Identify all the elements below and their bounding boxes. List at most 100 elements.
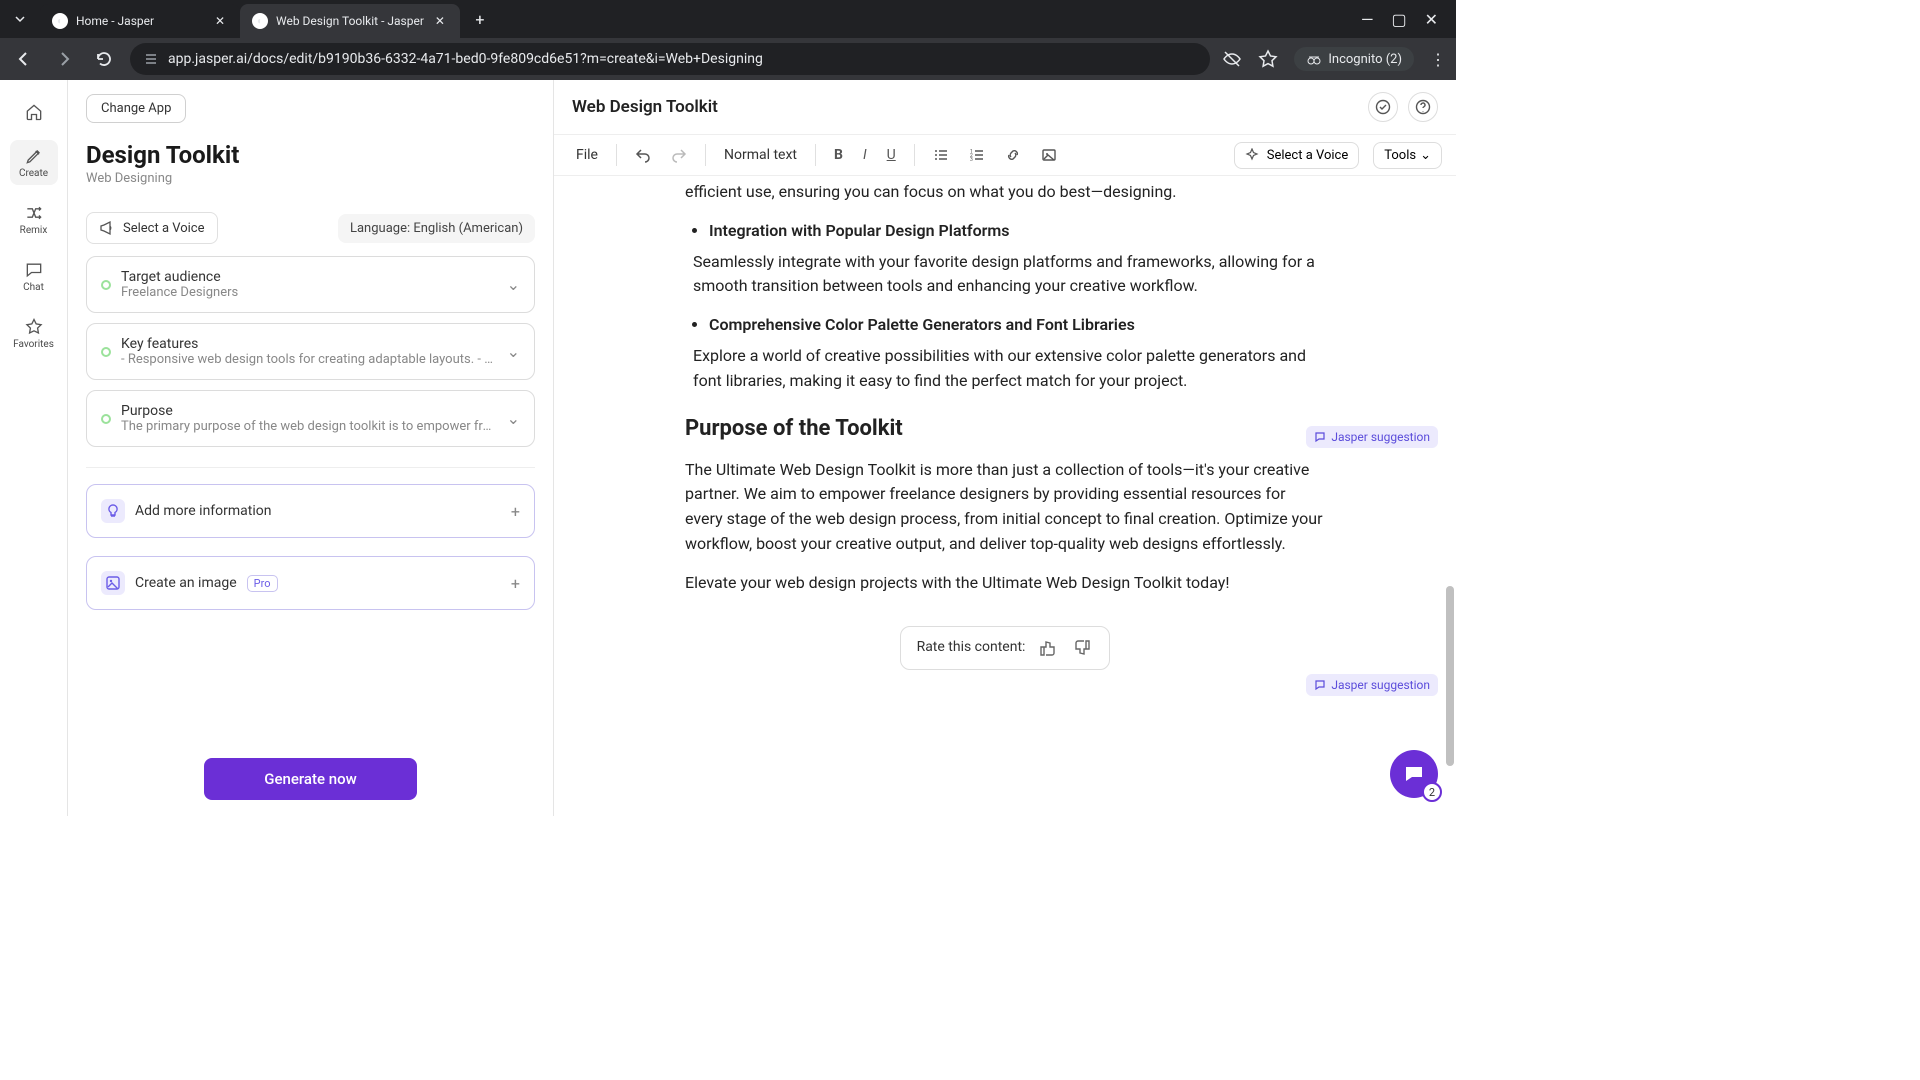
rail-chat[interactable]: Chat <box>10 254 58 299</box>
thumbs-down-button[interactable] <box>1071 637 1093 659</box>
chat-icon <box>1402 762 1426 786</box>
number-list-button[interactable]: 123 <box>961 141 993 169</box>
jasper-favicon-icon: ◐ <box>252 13 268 29</box>
editor-header: Web Design Toolkit <box>554 80 1456 134</box>
add-more-info-button[interactable]: Add more information + <box>86 484 535 538</box>
new-tab-button[interactable]: + <box>466 5 494 33</box>
list-item[interactable]: Integration with Popular Design Platform… <box>709 219 1325 244</box>
generate-button[interactable]: Generate now <box>204 758 417 800</box>
underline-button[interactable]: U <box>879 141 904 169</box>
voice-label: Select a Voice <box>123 221 205 236</box>
body-text[interactable]: Seamlessly integrate with your favorite … <box>685 250 1325 300</box>
tools-menu[interactable]: Tools ⌄ <box>1373 142 1442 169</box>
rail-label: Create <box>19 168 48 179</box>
document-title[interactable]: Web Design Toolkit <box>572 97 718 117</box>
change-app-button[interactable]: Change App <box>86 94 186 123</box>
plus-icon: + <box>511 574 520 593</box>
maximize-icon[interactable]: ▢ <box>1391 10 1406 29</box>
language-button[interactable]: Language: English (American) <box>338 214 535 243</box>
italic-button[interactable]: I <box>855 141 875 169</box>
lightbulb-icon <box>101 499 125 523</box>
link-button[interactable] <box>997 141 1029 169</box>
minimize-icon[interactable]: — <box>1361 10 1374 29</box>
card-target-audience[interactable]: Target audience Freelance Designers ⌄ <box>86 256 535 313</box>
incognito-indicator[interactable]: Incognito (2) <box>1294 47 1414 71</box>
redo-button[interactable] <box>663 141 695 169</box>
megaphone-icon <box>99 220 115 236</box>
close-window-icon[interactable]: ✕ <box>1425 10 1438 29</box>
card-key-features[interactable]: Key features - Responsive web design too… <box>86 323 535 380</box>
eye-off-icon[interactable] <box>1222 49 1242 69</box>
browser-tab-home[interactable]: ◐ Home - Jasper ✕ <box>40 4 240 38</box>
undo-button[interactable] <box>627 141 659 169</box>
card-desc: The primary purpose of the web design to… <box>121 419 497 434</box>
scrollbar-thumb[interactable] <box>1446 586 1454 766</box>
card-title: Target audience <box>121 269 497 285</box>
list-item[interactable]: Comprehensive Color Palette Generators a… <box>709 313 1325 338</box>
text-style-select[interactable]: Normal text <box>716 143 805 167</box>
body-text[interactable]: Elevate your web design projects with th… <box>685 571 1325 596</box>
status-dot-icon <box>101 347 111 357</box>
close-icon[interactable]: ✕ <box>212 13 228 29</box>
forward-button[interactable] <box>50 45 78 73</box>
chevron-down-icon: ⌄ <box>1420 148 1431 163</box>
check-circle-icon[interactable] <box>1368 92 1398 122</box>
create-image-button[interactable]: Create an image Pro + <box>86 556 535 610</box>
separator <box>705 144 706 166</box>
panel-subtitle: Web Designing <box>86 171 535 186</box>
rail-create[interactable]: Create <box>10 140 58 185</box>
bullet-list-button[interactable] <box>925 141 957 169</box>
rail-favorites[interactable]: Favorites <box>10 311 58 356</box>
scrollbar[interactable] <box>1446 346 1454 798</box>
editor-area: Web Design Toolkit File Normal text <box>554 80 1456 816</box>
tab-search-button[interactable] <box>6 5 34 33</box>
body-text[interactable]: The Ultimate Web Design Toolkit is more … <box>685 458 1325 557</box>
card-desc: - Responsive web design tools for creati… <box>121 352 497 367</box>
browser-toolbar: app.jasper.ai/docs/edit/b9190b36-6332-4a… <box>0 38 1456 80</box>
tab-title: Home - Jasper <box>76 14 154 28</box>
card-desc: Freelance Designers <box>121 285 497 300</box>
address-bar[interactable]: app.jasper.ai/docs/edit/b9190b36-6332-4a… <box>130 43 1210 75</box>
jasper-suggestion-pill[interactable]: Jasper suggestion <box>1306 674 1438 696</box>
window-controls: — ▢ ✕ <box>1361 10 1450 29</box>
rate-content-box: Rate this content: <box>900 626 1111 670</box>
tools-label: Tools <box>1384 148 1416 163</box>
bold-button[interactable]: B <box>826 141 851 169</box>
document-content[interactable]: efficient use, ensuring you can focus on… <box>645 180 1365 670</box>
incognito-icon <box>1306 51 1322 67</box>
pro-badge: Pro <box>247 575 278 592</box>
bookmark-icon[interactable] <box>1258 49 1278 69</box>
file-menu[interactable]: File <box>568 143 606 167</box>
suggestion-label: Jasper suggestion <box>1331 430 1430 444</box>
heading[interactable]: Purpose of the Toolkit <box>685 412 1325 446</box>
image-button[interactable] <box>1033 141 1065 169</box>
action-label: Create an image <box>135 575 237 591</box>
jasper-suggestion-pill[interactable]: Jasper suggestion <box>1306 426 1438 448</box>
body-text[interactable]: efficient use, ensuring you can focus on… <box>685 180 1325 205</box>
voice-label: Select a Voice <box>1267 148 1349 163</box>
close-icon[interactable]: ✕ <box>432 13 448 29</box>
panel-title: Design Toolkit <box>86 141 535 169</box>
chat-icon <box>24 260 44 280</box>
chevron-down-icon: ⌄ <box>507 275 520 294</box>
kebab-menu-icon[interactable]: ⋮ <box>1430 50 1446 69</box>
reload-button[interactable] <box>90 45 118 73</box>
back-button[interactable] <box>10 45 38 73</box>
thumbs-up-button[interactable] <box>1037 637 1059 659</box>
card-purpose[interactable]: Purpose The primary purpose of the web d… <box>86 390 535 447</box>
body-text[interactable]: Explore a world of creative possibilitie… <box>685 344 1325 394</box>
chevron-down-icon: ⌄ <box>507 342 520 361</box>
rate-label: Rate this content: <box>917 637 1026 659</box>
site-settings-icon[interactable] <box>144 52 158 66</box>
toolbar-select-voice[interactable]: Select a Voice <box>1234 142 1360 169</box>
card-title: Purpose <box>121 403 497 419</box>
chat-fab[interactable]: 2 <box>1390 750 1438 798</box>
help-icon[interactable] <box>1408 92 1438 122</box>
document-scroll[interactable]: efficient use, ensuring you can focus on… <box>554 176 1456 816</box>
status-dot-icon <box>101 280 111 290</box>
select-voice-button[interactable]: Select a Voice <box>86 212 218 244</box>
rail-home[interactable] <box>10 96 58 128</box>
browser-tab-web-design[interactable]: ◐ Web Design Toolkit - Jasper ✕ <box>240 4 460 38</box>
left-rail: Create Remix Chat Favorites <box>0 80 68 816</box>
rail-remix[interactable]: Remix <box>10 197 58 242</box>
